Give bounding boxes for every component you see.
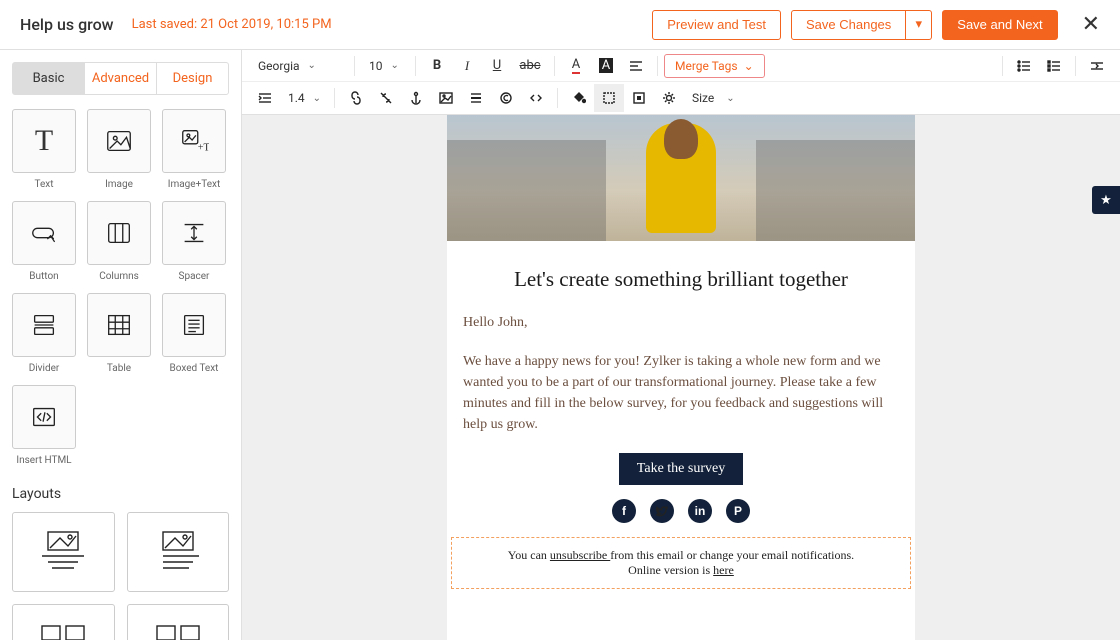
size-select[interactable]: Size⌄ <box>684 91 743 105</box>
email-paragraph: We have a happy news for you! Zylker is … <box>463 351 899 435</box>
unlink-button[interactable] <box>371 84 401 112</box>
block-boxed-text[interactable]: Boxed Text <box>162 293 226 374</box>
component-blocks: T Text Image +T Image+Text Button Column… <box>12 109 229 466</box>
email-preview: Let's create something brilliant togethe… <box>447 115 915 640</box>
twitter-icon[interactable] <box>650 499 674 523</box>
layout-option-4[interactable] <box>127 604 230 640</box>
tab-design[interactable]: Design <box>157 63 228 94</box>
code-button[interactable] <box>521 84 551 112</box>
brightness-button[interactable] <box>654 84 684 112</box>
underline-button[interactable]: U <box>482 52 512 80</box>
email-greeting: Hello John, <box>463 312 899 333</box>
html-icon <box>29 402 59 432</box>
save-changes-button[interactable]: Save Changes <box>791 10 906 40</box>
padding-button[interactable] <box>624 84 654 112</box>
chevron-down-icon: ⌄ <box>308 60 316 71</box>
save-changes-split: Save Changes ▾ <box>791 10 932 40</box>
chevron-down-icon: ⌄ <box>744 59 754 73</box>
tab-basic[interactable]: Basic <box>13 63 85 94</box>
save-next-button[interactable]: Save and Next <box>942 10 1057 40</box>
feedback-star-tab[interactable]: ★ <box>1092 186 1120 214</box>
line-height-select[interactable]: 1.4⌄ <box>280 91 328 105</box>
save-changes-caret[interactable]: ▾ <box>906 10 932 40</box>
block-columns[interactable]: Columns <box>87 201 151 282</box>
chevron-down-icon: ⌄ <box>391 60 399 71</box>
page-title: Help us grow <box>20 15 114 34</box>
block-image[interactable]: Image <box>87 109 151 190</box>
merge-tags-button[interactable]: Merge Tags⌄ <box>664 54 765 78</box>
online-version-link[interactable]: here <box>713 563 734 577</box>
strikethrough-button[interactable]: abc <box>512 52 548 80</box>
hero-image[interactable] <box>447 115 915 241</box>
editor-toolbar: Georgia⌄ 10⌄ B I U abc A A Merge Tags⌄ <box>242 50 1120 115</box>
list-bullet-button[interactable] <box>1039 52 1069 80</box>
insert-image-button[interactable] <box>431 84 461 112</box>
layout-option-3[interactable] <box>12 604 115 640</box>
block-image-text[interactable]: +T Image+Text <box>162 109 226 190</box>
anchor-button[interactable] <box>401 84 431 112</box>
italic-button[interactable]: I <box>452 52 482 80</box>
layout-option-2[interactable] <box>127 512 230 592</box>
button-icon <box>29 218 59 248</box>
block-insert-html[interactable]: Insert HTML <box>12 385 76 466</box>
overflow-button[interactable] <box>1082 52 1112 80</box>
columns-icon <box>104 218 134 248</box>
bold-button[interactable]: B <box>422 52 452 80</box>
app-header: Help us grow Last saved: 21 Oct 2019, 10… <box>0 0 1120 50</box>
font-size-select[interactable]: 10⌄ <box>361 59 409 73</box>
indent-button[interactable] <box>250 84 280 112</box>
email-body[interactable]: Hello John, We have a happy news for you… <box>447 312 915 435</box>
block-text[interactable]: T Text <box>12 109 76 190</box>
linkedin-icon[interactable]: in <box>688 499 712 523</box>
chevron-down-icon: ⌄ <box>726 93 734 104</box>
preview-test-button[interactable]: Preview and Test <box>652 10 781 40</box>
copyright-button[interactable] <box>491 84 521 112</box>
facebook-icon[interactable]: f <box>612 499 636 523</box>
fill-button[interactable] <box>564 84 594 112</box>
chevron-down-icon: ⌄ <box>313 93 321 104</box>
image-icon <box>104 126 134 156</box>
text-icon: T <box>35 124 53 158</box>
svg-text:+T: +T <box>198 142 209 153</box>
list-ordered-button[interactable] <box>1009 52 1039 80</box>
close-icon[interactable]: ✕ <box>1082 12 1100 37</box>
layouts-grid <box>12 512 229 640</box>
block-spacer[interactable]: Spacer <box>162 201 226 282</box>
block-table[interactable]: Table <box>87 293 151 374</box>
boxed-text-icon <box>179 310 209 340</box>
canvas[interactable]: Let's create something brilliant togethe… <box>242 115 1120 640</box>
divider-icon <box>29 310 59 340</box>
social-icons: f in P <box>447 499 915 523</box>
last-saved-text: Last saved: 21 Oct 2019, 10:15 PM <box>132 17 332 32</box>
email-footer[interactable]: You can unsubscribe from this email or c… <box>451 537 911 589</box>
sidebar: Basic Advanced Design T Text Image +T Im… <box>0 50 242 640</box>
block-divider[interactable]: Divider <box>12 293 76 374</box>
unsubscribe-link[interactable]: unsubscribe <box>550 548 610 562</box>
align-button[interactable] <box>621 52 651 80</box>
font-family-select[interactable]: Georgia⌄ <box>250 59 348 73</box>
email-heading[interactable]: Let's create something brilliant togethe… <box>457 267 905 292</box>
highlight-button[interactable]: A <box>591 52 621 80</box>
hr-button[interactable] <box>461 84 491 112</box>
block-button[interactable]: Button <box>12 201 76 282</box>
tab-advanced[interactable]: Advanced <box>85 63 157 94</box>
sidebar-tabs: Basic Advanced Design <box>12 62 229 95</box>
table-icon <box>104 310 134 340</box>
border-button[interactable] <box>594 84 624 112</box>
layout-option-1[interactable] <box>12 512 115 592</box>
font-color-button[interactable]: A <box>561 52 591 80</box>
pinterest-icon[interactable]: P <box>726 499 750 523</box>
spacer-icon <box>179 218 209 248</box>
layouts-heading: Layouts <box>12 486 229 502</box>
link-button[interactable] <box>341 84 371 112</box>
cta-button[interactable]: Take the survey <box>619 453 743 485</box>
image-text-icon: +T <box>179 126 209 156</box>
